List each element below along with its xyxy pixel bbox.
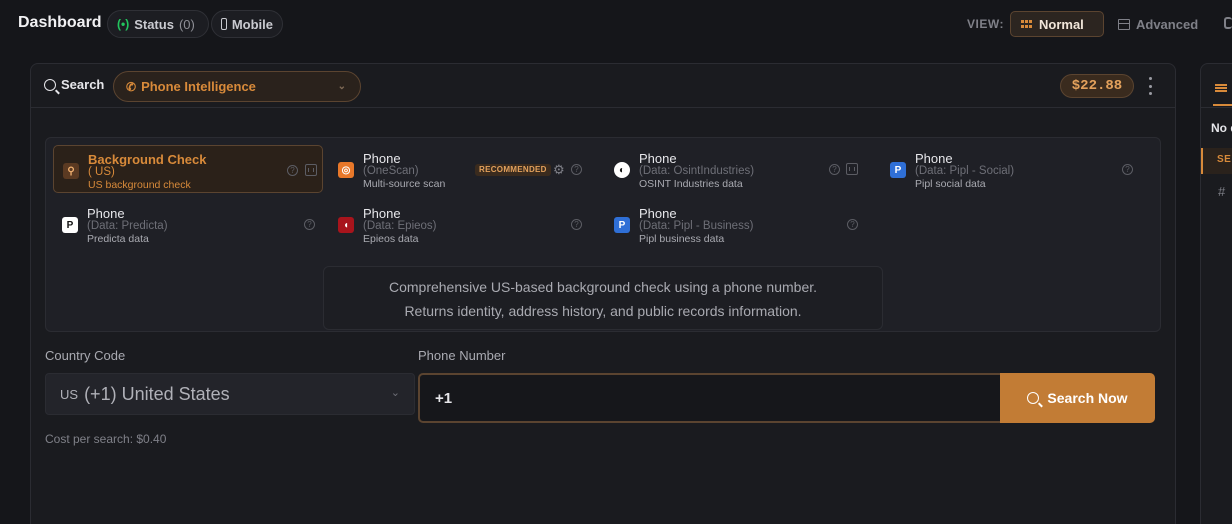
- provider-desc: US background check: [88, 179, 191, 191]
- osint-industries-icon: ◐: [614, 162, 630, 178]
- search-heading: Search: [44, 77, 104, 92]
- provider-sub: (Data: Pipl - Business): [639, 220, 754, 232]
- search-type-select[interactable]: ✆ Phone Intelligence ⌄: [113, 71, 361, 102]
- country-code-select[interactable]: US (+1) United States ⌄: [45, 373, 415, 415]
- side-section-label: SE: [1217, 154, 1232, 165]
- provider-onescan[interactable]: ◎ Phone (OneScan) Multi-source scan RECO…: [329, 145, 599, 193]
- status-count: (0): [178, 16, 195, 32]
- provider-title: Background Check: [88, 152, 207, 167]
- broadcast-icon: (•): [117, 17, 130, 31]
- provider-sub: (Data: Pipl - Social): [915, 165, 1015, 177]
- pipl-icon: P: [890, 162, 906, 178]
- help-icon[interactable]: ?: [571, 219, 582, 230]
- status-button[interactable]: (•) Status (0): [107, 10, 209, 38]
- provider-pipl-social[interactable]: P Phone (Data: Pipl - Social) Pipl socia…: [881, 145, 1151, 193]
- list-icon[interactable]: [1215, 84, 1227, 92]
- chevron-down-icon: ⌄: [390, 387, 400, 399]
- help-icon[interactable]: ?: [829, 164, 840, 175]
- provider-desc: Multi-source scan: [363, 178, 446, 190]
- hash-icon: #: [1218, 184, 1226, 199]
- provider-sub: (Data: Epieos): [363, 220, 437, 232]
- description-line-2: Returns identity, address history, and p…: [404, 303, 802, 319]
- view-label: VIEW:: [967, 17, 1004, 31]
- help-icon[interactable]: ?: [1122, 164, 1133, 175]
- overflow-icon[interactable]: [1224, 17, 1232, 29]
- predicta-icon: P: [62, 217, 78, 233]
- onescan-icon: ◎: [338, 162, 354, 178]
- phone-number-input[interactable]: +1: [418, 373, 1002, 423]
- country-code: US: [60, 386, 79, 402]
- provider-title: Phone: [87, 206, 125, 221]
- provider-title: Phone: [363, 206, 401, 221]
- provider-sub: (OneScan): [363, 165, 419, 177]
- search-now-label: Search Now: [1047, 390, 1128, 406]
- search-label: Search: [61, 77, 105, 92]
- film-icon[interactable]: [846, 163, 858, 175]
- no-data-text: No data: [1211, 121, 1232, 135]
- cost-per-search: Cost per search: $0.40: [45, 432, 167, 446]
- search-now-button[interactable]: Search Now: [1000, 373, 1155, 423]
- mobile-icon: [221, 18, 227, 30]
- provider-sub: ( US): [88, 166, 115, 178]
- description-line-1: Comprehensive US-based background check …: [388, 279, 818, 295]
- table-icon: [1118, 18, 1130, 30]
- help-icon[interactable]: ?: [287, 165, 298, 176]
- provider-title: Phone: [639, 151, 677, 166]
- phone-icon: ✆: [126, 79, 137, 94]
- grid-icon: [1021, 20, 1033, 28]
- provider-title: Phone: [363, 151, 401, 166]
- search-type-value: Phone Intelligence: [141, 79, 256, 94]
- search-panel: Search ✆ Phone Intelligence ⌄ $22.88 ⚲ B…: [30, 63, 1176, 524]
- country-value: (+1) United States: [84, 383, 230, 404]
- phone-number-label: Phone Number: [418, 348, 506, 363]
- top-bar: Dashboard (•) Status (0) Mobile VIEW: No…: [0, 0, 1232, 48]
- provider-desc: Epieos data: [363, 233, 419, 245]
- search-icon: [44, 78, 56, 91]
- chevron-down-icon: ⌄: [337, 81, 346, 92]
- search-panel-header: Search ✆ Phone Intelligence ⌄ $22.88: [31, 64, 1175, 108]
- provider-epieos[interactable]: ◖ Phone (Data: Epieos) Epieos data ?: [329, 200, 599, 248]
- pipl-icon: P: [614, 217, 630, 233]
- provider-title: Phone: [915, 151, 953, 166]
- epieos-icon: ◖: [338, 217, 354, 233]
- provider-sub: (Data: OsintIndustries): [639, 165, 755, 177]
- film-icon[interactable]: [305, 164, 317, 176]
- page-title: Dashboard: [18, 14, 102, 31]
- balance-badge: $22.88: [1060, 74, 1134, 98]
- more-options-icon[interactable]: [1147, 77, 1153, 95]
- active-tab-indicator: [1213, 104, 1232, 106]
- help-icon[interactable]: ?: [304, 219, 315, 230]
- provider-background-check[interactable]: ⚲ Background Check ( US) US background c…: [53, 145, 323, 193]
- view-normal-button[interactable]: Normal: [1010, 11, 1104, 37]
- provider-title: Phone: [639, 206, 677, 221]
- recommended-badge: RECOMMENDED: [475, 164, 551, 176]
- status-label: Status: [134, 16, 174, 32]
- help-icon[interactable]: ?: [571, 164, 582, 175]
- mobile-button[interactable]: Mobile: [211, 10, 283, 38]
- help-icon[interactable]: ?: [847, 219, 858, 230]
- provider-pipl-business[interactable]: P Phone (Data: Pipl - Business) Pipl bus…: [605, 200, 875, 248]
- view-normal-label: Normal: [1039, 16, 1084, 32]
- background-check-icon: ⚲: [63, 163, 79, 179]
- mobile-label: Mobile: [231, 16, 273, 32]
- provider-sub: (Data: Predicta): [87, 220, 168, 232]
- view-advanced-button[interactable]: Advanced: [1108, 11, 1228, 37]
- side-panel-header: [1201, 64, 1232, 108]
- provider-desc: Predicta data: [87, 233, 149, 245]
- provider-desc: Pipl business data: [639, 233, 725, 245]
- provider-desc: Pipl social data: [915, 178, 986, 190]
- provider-osint-industries[interactable]: ◐ Phone (Data: OsintIndustries) OSINT In…: [605, 145, 875, 193]
- provider-predicta[interactable]: P Phone (Data: Predicta) Predicta data ?: [53, 200, 323, 248]
- search-icon: [1027, 392, 1040, 404]
- gear-icon[interactable]: ⚙: [553, 162, 565, 178]
- results-side-panel: No data SE #: [1200, 63, 1232, 524]
- country-code-label: Country Code: [45, 348, 126, 363]
- provider-desc: OSINT Industries data: [639, 178, 743, 190]
- view-advanced-label: Advanced: [1136, 16, 1199, 32]
- provider-description: Comprehensive US-based background check …: [323, 266, 883, 330]
